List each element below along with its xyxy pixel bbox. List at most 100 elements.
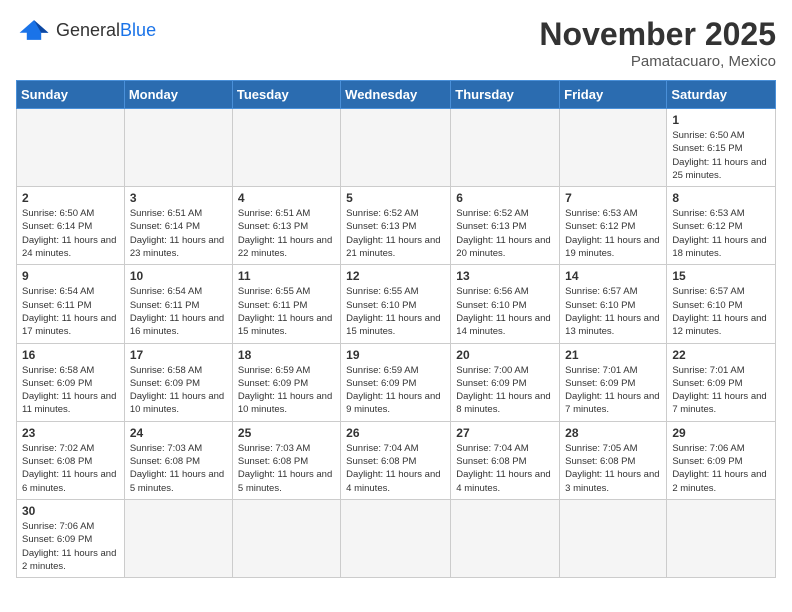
day-info: Sunrise: 6:52 AMSunset: 6:13 PMDaylight:…: [456, 207, 554, 260]
calendar-cell: [451, 109, 560, 187]
calendar-cell: 20Sunrise: 7:00 AMSunset: 6:09 PMDayligh…: [451, 343, 560, 421]
calendar-cell: [124, 499, 232, 577]
day-number: 14: [565, 269, 661, 283]
calendar-cell: 18 Sunrise: 6:59 AMSunset: 6:09 PMDayligh…: [232, 343, 340, 421]
day-info: Sunrise: 7:06 AMSunset: 6:09 PMDaylight:…: [672, 442, 770, 495]
calendar-week-4: 16 Sunrise: 6:58 AMSunset: 6:09 PMDayligh…: [17, 343, 776, 421]
calendar-cell: 11 Sunrise: 6:55 AMSunset: 6:11 PMDayligh…: [232, 265, 340, 343]
calendar-cell: 30 Sunrise: 7:06 AMSunset: 6:09 PMDayligh…: [17, 499, 125, 577]
day-header-friday: Friday: [560, 81, 667, 109]
day-info: Sunrise: 7:04 AMSunset: 6:08 PMDaylight:…: [456, 442, 554, 495]
calendar-cell: 28 Sunrise: 7:05 AMSunset: 6:08 PMDayligh…: [560, 421, 667, 499]
calendar-cell: 23Sunrise: 7:02 AMSunset: 6:08 PMDayligh…: [17, 421, 125, 499]
day-info: Sunrise: 6:51 AMSunset: 6:14 PMDaylight:…: [130, 207, 227, 260]
logo: GeneralBlue: [16, 16, 156, 44]
day-number: 11: [238, 269, 335, 283]
calendar-cell: 21 Sunrise: 7:01 AMSunset: 6:09 PMDayligh…: [560, 343, 667, 421]
day-number: 16: [22, 348, 119, 362]
calendar-cell: [560, 109, 667, 187]
day-info: Sunrise: 6:55 AMSunset: 6:11 PMDaylight:…: [238, 285, 335, 338]
calendar-header-row: SundayMondayTuesdayWednesdayThursdayFrid…: [17, 81, 776, 109]
day-info: Sunrise: 6:57 AMSunset: 6:10 PMDaylight:…: [565, 285, 661, 338]
calendar-cell: 13Sunrise: 6:56 AMSunset: 6:10 PMDayligh…: [451, 265, 560, 343]
day-number: 28: [565, 426, 661, 440]
day-info: Sunrise: 6:59 AMSunset: 6:09 PMDaylight:…: [238, 364, 335, 417]
day-number: 21: [565, 348, 661, 362]
day-info: Sunrise: 7:04 AMSunset: 6:08 PMDaylight:…: [346, 442, 445, 495]
calendar-cell: 26Sunrise: 7:04 AMSunset: 6:08 PMDayligh…: [341, 421, 451, 499]
calendar-cell: 27 Sunrise: 7:04 AMSunset: 6:08 PMDayligh…: [451, 421, 560, 499]
day-info: Sunrise: 7:03 AMSunset: 6:08 PMDaylight:…: [238, 442, 335, 495]
day-number: 3: [130, 191, 227, 205]
calendar-title: November 2025: [539, 16, 776, 53]
day-info: Sunrise: 7:01 AMSunset: 6:09 PMDaylight:…: [672, 364, 770, 417]
day-info: Sunrise: 7:03 AMSunset: 6:08 PMDaylight:…: [130, 442, 227, 495]
day-number: 12: [346, 269, 445, 283]
day-info: Sunrise: 6:54 AMSunset: 6:11 PMDaylight:…: [22, 285, 119, 338]
day-info: Sunrise: 6:57 AMSunset: 6:10 PMDaylight:…: [672, 285, 770, 338]
day-number: 5: [346, 191, 445, 205]
calendar-cell: 25Sunrise: 7:03 AMSunset: 6:08 PMDayligh…: [232, 421, 340, 499]
day-info: Sunrise: 7:01 AMSunset: 6:09 PMDaylight:…: [565, 364, 661, 417]
day-number: 27: [456, 426, 554, 440]
day-number: 20: [456, 348, 554, 362]
day-info: Sunrise: 7:05 AMSunset: 6:08 PMDaylight:…: [565, 442, 661, 495]
day-number: 23: [22, 426, 119, 440]
calendar-cell: 22 Sunrise: 7:01 AMSunset: 6:09 PMDayligh…: [667, 343, 776, 421]
day-info: Sunrise: 6:58 AMSunset: 6:09 PMDaylight:…: [130, 364, 227, 417]
day-number: 6: [456, 191, 554, 205]
day-number: 30: [22, 504, 119, 518]
day-info: Sunrise: 7:06 AMSunset: 6:09 PMDaylight:…: [22, 520, 119, 573]
day-info: Sunrise: 6:58 AMSunset: 6:09 PMDaylight:…: [22, 364, 119, 417]
day-header-wednesday: Wednesday: [341, 81, 451, 109]
calendar-cell: 1Sunrise: 6:50 AMSunset: 6:15 PMDaylight…: [667, 109, 776, 187]
calendar-cell: [451, 499, 560, 577]
day-header-sunday: Sunday: [17, 81, 125, 109]
calendar-cell: [232, 109, 340, 187]
day-number: 10: [130, 269, 227, 283]
calendar-week-5: 23Sunrise: 7:02 AMSunset: 6:08 PMDayligh…: [17, 421, 776, 499]
day-info: Sunrise: 6:54 AMSunset: 6:11 PMDaylight:…: [130, 285, 227, 338]
day-info: Sunrise: 6:53 AMSunset: 6:12 PMDaylight:…: [672, 207, 770, 260]
calendar-cell: 24 Sunrise: 7:03 AMSunset: 6:08 PMDayligh…: [124, 421, 232, 499]
day-info: Sunrise: 6:50 AMSunset: 6:15 PMDaylight:…: [672, 129, 770, 182]
day-info: Sunrise: 6:53 AMSunset: 6:12 PMDaylight:…: [565, 207, 661, 260]
calendar-cell: 5Sunrise: 6:52 AMSunset: 6:13 PMDaylight…: [341, 187, 451, 265]
day-number: 22: [672, 348, 770, 362]
day-header-tuesday: Tuesday: [232, 81, 340, 109]
calendar-cell: 14 Sunrise: 6:57 AMSunset: 6:10 PMDayligh…: [560, 265, 667, 343]
calendar-week-1: 1Sunrise: 6:50 AMSunset: 6:15 PMDaylight…: [17, 109, 776, 187]
day-number: 2: [22, 191, 119, 205]
day-number: 8: [672, 191, 770, 205]
day-header-thursday: Thursday: [451, 81, 560, 109]
calendar-subtitle: Pamatacuaro, Mexico: [539, 53, 776, 70]
day-info: Sunrise: 6:55 AMSunset: 6:10 PMDaylight:…: [346, 285, 445, 338]
day-number: 24: [130, 426, 227, 440]
title-block: November 2025 Pamatacuaro, Mexico: [539, 16, 776, 70]
day-header-monday: Monday: [124, 81, 232, 109]
calendar-cell: 10 Sunrise: 6:54 AMSunset: 6:11 PMDayligh…: [124, 265, 232, 343]
calendar-cell: 17 Sunrise: 6:58 AMSunset: 6:09 PMDayligh…: [124, 343, 232, 421]
day-number: 18: [238, 348, 335, 362]
calendar-cell: 29Sunrise: 7:06 AMSunset: 6:09 PMDayligh…: [667, 421, 776, 499]
day-info: Sunrise: 6:50 AMSunset: 6:14 PMDaylight:…: [22, 207, 119, 260]
calendar-cell: 4Sunrise: 6:51 AMSunset: 6:13 PMDaylight…: [232, 187, 340, 265]
day-number: 9: [22, 269, 119, 283]
calendar-cell: 2 Sunrise: 6:50 AMSunset: 6:14 PMDaylight…: [17, 187, 125, 265]
logo-icon: [16, 16, 52, 44]
day-info: Sunrise: 6:51 AMSunset: 6:13 PMDaylight:…: [238, 207, 335, 260]
page-header: GeneralBlue November 2025 Pamatacuaro, M…: [16, 16, 776, 70]
day-number: 13: [456, 269, 554, 283]
calendar-table: SundayMondayTuesdayWednesdayThursdayFrid…: [16, 80, 776, 578]
day-number: 17: [130, 348, 227, 362]
calendar-cell: 19Sunrise: 6:59 AMSunset: 6:09 PMDayligh…: [341, 343, 451, 421]
calendar-cell: [232, 499, 340, 577]
logo-text: GeneralBlue: [56, 21, 156, 39]
calendar-cell: 8 Sunrise: 6:53 AMSunset: 6:12 PMDaylight…: [667, 187, 776, 265]
calendar-week-2: 2 Sunrise: 6:50 AMSunset: 6:14 PMDaylight…: [17, 187, 776, 265]
calendar-week-6: 30 Sunrise: 7:06 AMSunset: 6:09 PMDayligh…: [17, 499, 776, 577]
calendar-cell: 3 Sunrise: 6:51 AMSunset: 6:14 PMDaylight…: [124, 187, 232, 265]
calendar-cell: [667, 499, 776, 577]
calendar-cell: [341, 499, 451, 577]
calendar-cell: 12 Sunrise: 6:55 AMSunset: 6:10 PMDayligh…: [341, 265, 451, 343]
